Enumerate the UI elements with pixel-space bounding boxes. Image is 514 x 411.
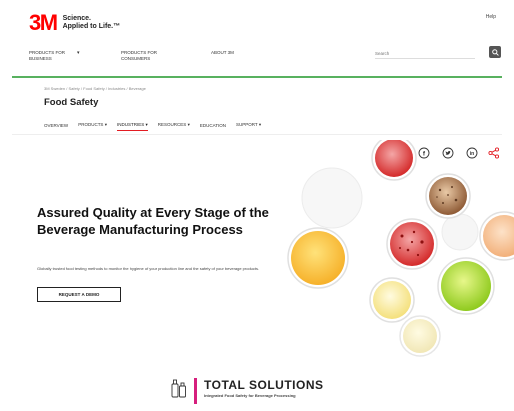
chevron-down-icon: ▾: [258, 122, 262, 127]
tab-overview[interactable]: Overview: [44, 123, 68, 128]
tagline-line2: Applied to Life.™: [62, 23, 121, 30]
breadcrumb[interactable]: 3M Sweden / Safety / Food Safety / Indus…: [44, 86, 146, 91]
tab-education-label: Education: [199, 122, 226, 128]
tagline-line1: Science.: [62, 15, 91, 22]
nav-business-label: PRODUCTS FOR BUSINESS: [29, 50, 65, 62]
chevron-down-icon: ▾: [145, 122, 148, 127]
search-icon: [491, 48, 499, 56]
3m-logo[interactable]: 3M Science. Applied to Life.™: [29, 12, 120, 34]
section-divider: [12, 134, 502, 135]
total-solutions-text: TOTAL SOLUTIONS Integrated Food Safety f…: [204, 378, 324, 399]
nav-products-business[interactable]: PRODUCTS FOR BUSINESS ▾: [29, 50, 121, 62]
search-button[interactable]: [489, 46, 501, 58]
request-demo-button[interactable]: REQUEST A DEMO: [37, 287, 121, 302]
nav-products-consumers[interactable]: PRODUCTS FOR CONSUMERS: [121, 50, 211, 62]
nav-consumers-line2: CONSUMERS: [121, 56, 151, 61]
search-input[interactable]: [375, 48, 475, 59]
total-solutions-subheading: Integrated Food Safety for Beverage Proc…: [204, 393, 296, 398]
tab-overview-label: Overview: [44, 122, 69, 128]
accent-bar: [194, 378, 197, 404]
tab-industries-label: Industries: [116, 122, 145, 127]
top-navigation: PRODUCTS FOR BUSINESS ▾ PRODUCTS FOR CON…: [29, 50, 291, 62]
site-header: 3M Science. Applied to Life.™ Help PRODU…: [0, 0, 514, 80]
tab-support[interactable]: Support ▾: [236, 122, 261, 128]
help-link[interactable]: Help: [486, 14, 496, 20]
nav-about-label: ABOUT 3M: [211, 50, 234, 55]
logo-tagline: Science. Applied to Life.™: [63, 15, 121, 31]
nav-about-3m[interactable]: ABOUT 3M: [211, 50, 291, 56]
nav-consumers-line1: PRODUCTS FOR: [121, 50, 157, 55]
chevron-down-icon: ▾: [187, 122, 190, 127]
total-solutions-section: TOTAL SOLUTIONS Integrated Food Safety f…: [170, 378, 324, 404]
tab-support-label: Support: [236, 122, 258, 127]
tab-resources-label: Resources: [157, 122, 187, 127]
bottles-icon: [171, 379, 186, 398]
tab-education[interactable]: Education: [200, 123, 226, 128]
nav-consumers-label: PRODUCTS FOR CONSUMERS: [121, 50, 157, 62]
page-title: Food Safety: [44, 97, 99, 108]
hero-title: Assured Quality at Every Stage of the Be…: [37, 205, 269, 237]
tab-resources[interactable]: Resources ▾: [158, 122, 190, 128]
chevron-down-icon: ▾: [104, 122, 107, 127]
tab-products-label: Products: [78, 122, 104, 127]
beverage-petri-dishes-image: [287, 140, 514, 357]
logo-mark: 3M: [29, 10, 58, 35]
section-navigation: Overview Products ▾ Industries ▾ Resourc…: [44, 122, 271, 131]
chevron-down-icon: ▾: [77, 50, 80, 56]
nav-business-line1: PRODUCTS FOR: [29, 50, 65, 55]
total-solutions-heading: TOTAL SOLUTIONS: [204, 378, 324, 392]
tab-industries[interactable]: Industries ▾: [116, 122, 148, 131]
header-divider: [12, 76, 502, 78]
hero-description: Globally trusted food testing methods to…: [37, 266, 260, 271]
tab-products[interactable]: Products ▾: [78, 122, 107, 128]
nav-business-line2: BUSINESS: [29, 56, 52, 61]
